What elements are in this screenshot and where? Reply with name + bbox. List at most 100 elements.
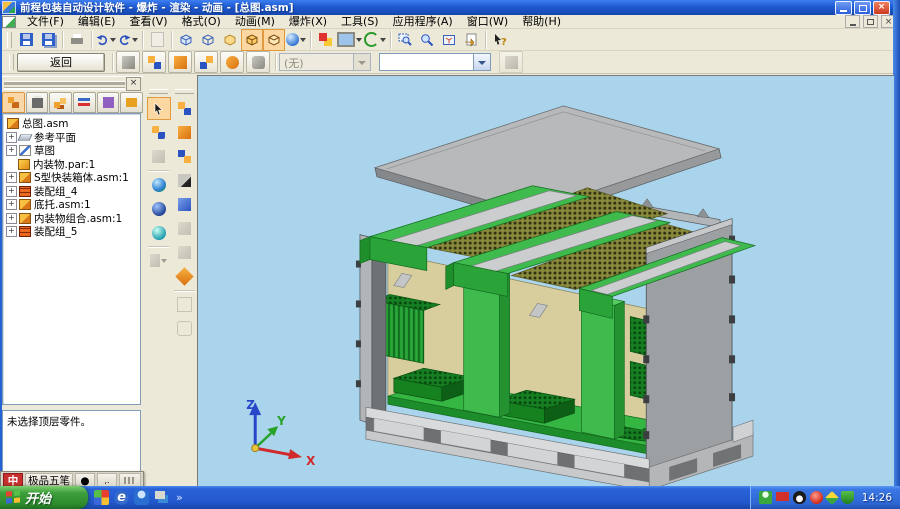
view-presets-dropdown[interactable] <box>161 259 167 263</box>
redo-dropdown[interactable] <box>132 38 138 42</box>
menu-applications[interactable]: 应用程序(A) <box>386 15 460 28</box>
tree-item-ref-planes[interactable]: + 参考平面 <box>5 131 140 145</box>
document-icon[interactable] <box>2 16 16 28</box>
security-alert-icon[interactable] <box>810 491 823 504</box>
messenger-icon[interactable] <box>134 490 149 505</box>
vtoolbar-grip-2[interactable] <box>175 89 194 94</box>
qq-icon[interactable] <box>793 491 806 504</box>
tree-item-contents-asm[interactable]: + 内装物组合.asm:1 <box>5 212 140 226</box>
unexplode-button[interactable] <box>116 51 140 73</box>
dimetric-view-button[interactable] <box>197 29 219 51</box>
restore-button[interactable] <box>854 1 871 15</box>
shading-mode-dropdown[interactable] <box>300 38 306 42</box>
tree-item-sketch[interactable]: + 草图 <box>5 144 140 158</box>
collapse-parts-button[interactable] <box>173 121 197 144</box>
menu-file[interactable]: 文件(F) <box>20 15 71 28</box>
display-config-dropdown[interactable] <box>356 38 362 42</box>
ie-icon[interactable]: e <box>114 490 129 505</box>
tree-item-box-asm[interactable]: + S型快装箱体.asm:1 <box>5 171 140 185</box>
menu-tools[interactable]: 工具(S) <box>334 15 386 28</box>
menu-edit[interactable]: 编辑(E) <box>71 15 123 28</box>
display-config-button[interactable] <box>336 29 363 51</box>
pan-view-button[interactable] <box>147 197 171 220</box>
modify-explode-button[interactable] <box>173 193 197 216</box>
rotate-view-button[interactable] <box>147 173 171 196</box>
reorder-parts-button[interactable] <box>173 145 197 168</box>
expand-box[interactable]: + <box>6 226 17 237</box>
bind-parts-button[interactable] <box>173 217 197 240</box>
expand-box[interactable]: + <box>6 132 17 143</box>
undo-dropdown[interactable] <box>110 38 116 42</box>
material-table-button[interactable] <box>314 29 336 51</box>
antivirus-shield-icon[interactable] <box>841 491 854 504</box>
shading-mode-button[interactable] <box>285 29 307 51</box>
minimize-button[interactable] <box>835 1 852 15</box>
update-view-dropdown[interactable] <box>380 38 386 42</box>
menu-animation[interactable]: 动画(M) <box>228 15 282 28</box>
shaded-view-button[interactable] <box>219 29 241 51</box>
expand-box[interactable]: + <box>6 145 17 156</box>
select-tool-button[interactable] <box>147 97 171 120</box>
smart-select-button[interactable] <box>147 121 171 144</box>
close-button[interactable]: × <box>873 1 890 15</box>
visible-edges-button[interactable] <box>263 29 285 51</box>
motion-dropdown-arrow[interactable] <box>473 54 490 70</box>
zoom-area-button[interactable] <box>394 29 416 51</box>
tree-item-contents-part[interactable]: 内装物.par:1 <box>5 158 140 172</box>
group-parts-button[interactable] <box>173 265 197 288</box>
tree-item-group5[interactable]: + 装配组_5 <box>5 225 140 239</box>
show-desktop-icon[interactable] <box>154 490 169 505</box>
copy-image-button[interactable] <box>146 29 168 51</box>
render-output-button[interactable] <box>499 51 523 73</box>
save-as-button[interactable] <box>37 29 59 51</box>
expand-box[interactable]: + <box>6 186 17 197</box>
view-presets-button[interactable] <box>147 249 171 272</box>
assembly-tree-tab[interactable] <box>2 92 25 113</box>
grid-tool-1-button[interactable] <box>173 293 197 316</box>
start-button[interactable]: 开始 <box>0 486 88 509</box>
explode-settings-button[interactable] <box>246 51 270 73</box>
panel-grip[interactable] <box>4 81 125 88</box>
sensors-tab[interactable] <box>97 92 120 113</box>
layers-tab[interactable] <box>73 92 96 113</box>
menu-view[interactable]: 查看(V) <box>122 15 174 28</box>
help-select-button[interactable]: ? <box>489 29 511 51</box>
deactivate-button[interactable] <box>147 145 171 168</box>
zoom-view-button[interactable] <box>147 221 171 244</box>
clipboard-tab[interactable] <box>26 92 49 113</box>
mdi-restore-button[interactable] <box>863 15 878 28</box>
undo-button[interactable] <box>95 29 117 51</box>
fit-button[interactable] <box>438 29 460 51</box>
update-view-button[interactable] <box>363 29 387 51</box>
grid-tool-2-button[interactable] <box>173 317 197 340</box>
motion-dropdown[interactable] <box>379 53 491 71</box>
shaded-with-edges-button[interactable] <box>241 29 263 51</box>
print-button[interactable] <box>66 29 88 51</box>
panel-close-button[interactable]: × <box>126 77 141 91</box>
menu-explode[interactable]: 爆炸(X) <box>282 15 334 28</box>
expand-box[interactable]: + <box>6 213 17 224</box>
menu-help[interactable]: 帮助(H) <box>515 15 568 28</box>
animate-button[interactable] <box>220 51 244 73</box>
tree-item-group4[interactable]: + 装配组_4 <box>5 185 140 199</box>
save-button[interactable] <box>15 29 37 51</box>
fly-line-button[interactable] <box>194 51 218 73</box>
zoom-button[interactable] <box>416 29 438 51</box>
3d-viewport[interactable]: Z Y X <box>197 75 894 486</box>
previous-view-button[interactable] <box>460 29 482 51</box>
library-tab[interactable] <box>49 92 72 113</box>
toolbar-grip[interactable] <box>7 32 12 48</box>
updater-icon[interactable] <box>825 490 839 504</box>
toolbar-grip-2[interactable] <box>9 54 14 70</box>
config-dropdown[interactable]: (无) <box>279 53 371 71</box>
menu-window[interactable]: 窗口(W) <box>460 15 515 28</box>
iso-view-button[interactable] <box>175 29 197 51</box>
expand-box[interactable]: + <box>6 172 17 183</box>
tree-item-base-asm[interactable]: + 底托.asm:1 <box>5 198 140 212</box>
explode-path-button[interactable] <box>173 169 197 192</box>
redo-button[interactable] <box>117 29 139 51</box>
mdi-minimize-button[interactable] <box>845 15 860 28</box>
vtoolbar-grip[interactable] <box>149 89 168 94</box>
explode-parts-button[interactable] <box>173 97 197 120</box>
docs-tab[interactable] <box>120 92 143 113</box>
